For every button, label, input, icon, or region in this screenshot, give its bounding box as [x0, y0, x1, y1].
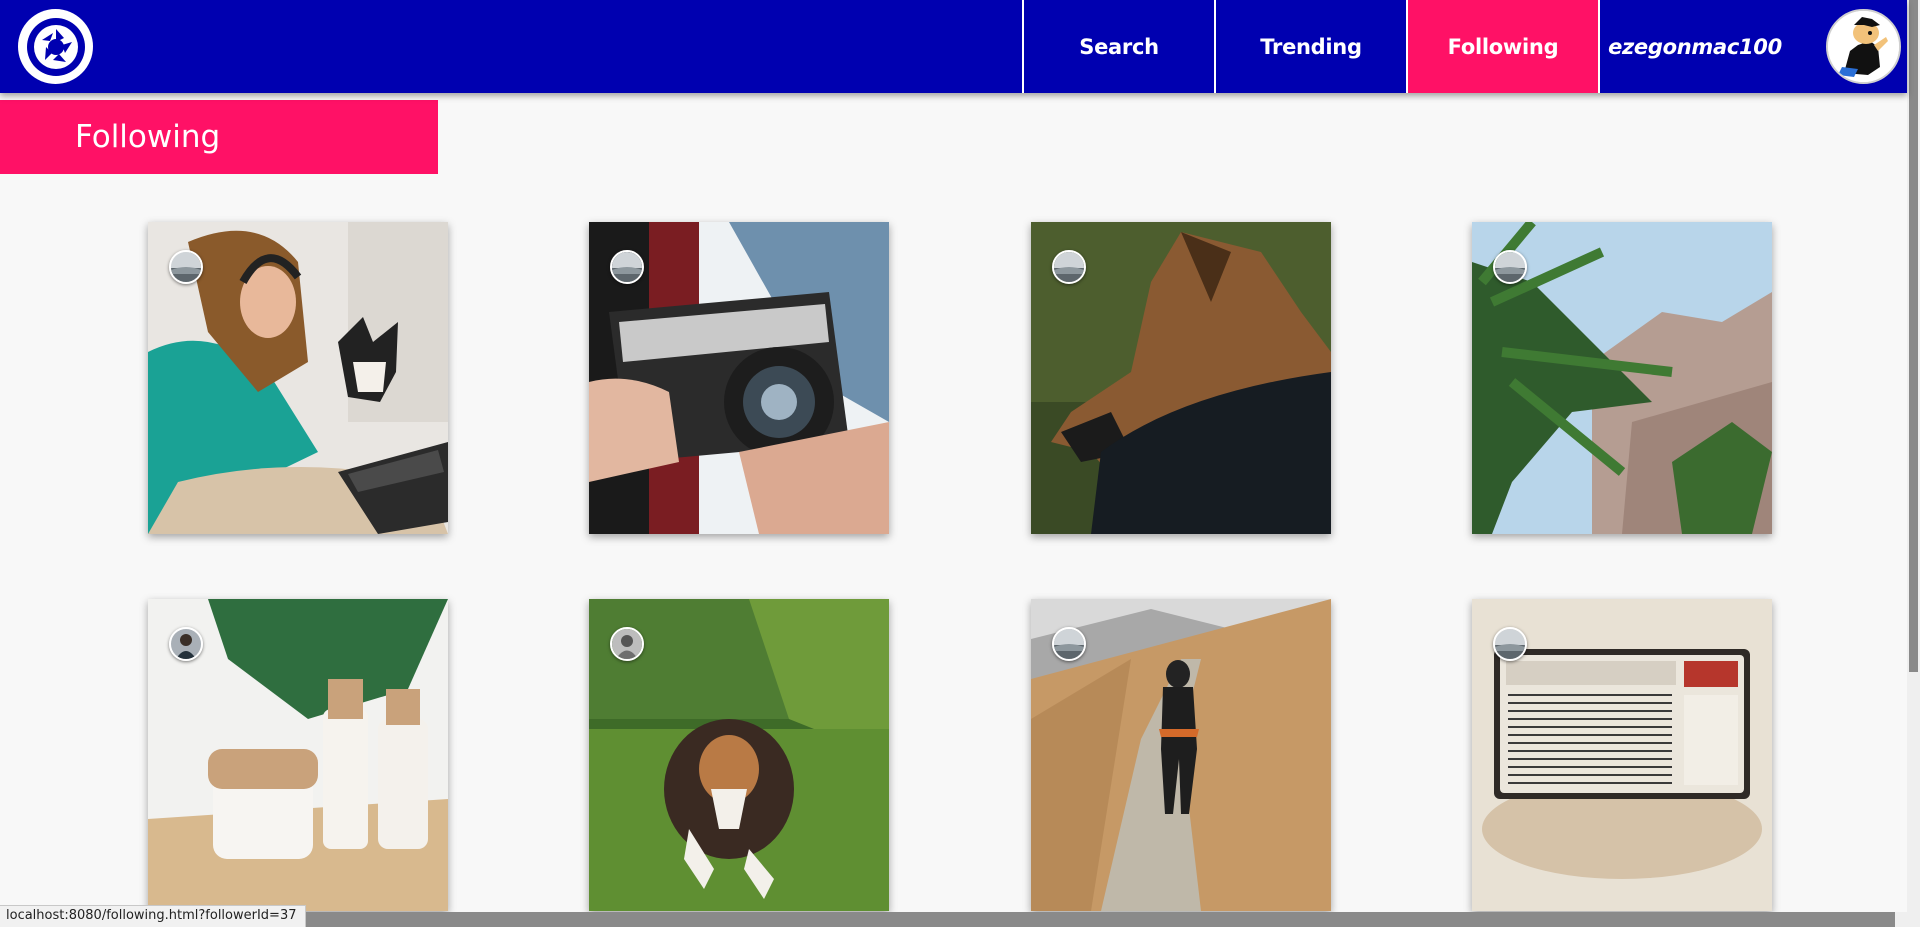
photo-card[interactable] [1031, 222, 1331, 534]
author-avatar[interactable] [610, 250, 644, 284]
status-bar-url: localhost:8080/following.html?followerId… [0, 905, 306, 927]
nav-trending[interactable]: Trending [1214, 0, 1406, 93]
nav-username-label: ezegonmac100 [1608, 34, 1782, 59]
photo-card[interactable] [1472, 599, 1772, 911]
author-avatar[interactable] [1052, 250, 1086, 284]
nav-search[interactable]: Search [1022, 0, 1214, 93]
author-avatar[interactable] [610, 627, 644, 661]
nav-following-label: Following [1447, 34, 1559, 59]
vertical-scrollbar-thumb[interactable] [1909, 0, 1918, 672]
author-avatar[interactable] [1493, 627, 1527, 661]
page-title: Following [0, 100, 438, 174]
author-avatar[interactable] [1052, 627, 1086, 661]
photo-card[interactable] [148, 222, 448, 534]
photo-card[interactable] [1031, 599, 1331, 911]
page-title-text: Following [75, 119, 221, 155]
user-avatar[interactable] [1826, 9, 1901, 84]
photo-card[interactable] [1472, 222, 1772, 534]
author-avatar[interactable] [169, 250, 203, 284]
photo-card[interactable] [148, 599, 448, 911]
nav-trending-label: Trending [1260, 34, 1362, 59]
photo-card[interactable] [589, 222, 889, 534]
top-navbar: Search Trending Following ezegonmac100 [0, 0, 1907, 93]
vertical-scrollbar[interactable] [1907, 0, 1920, 927]
nav-username[interactable]: ezegonmac100 [1598, 0, 1790, 93]
nav-following[interactable]: Following [1406, 0, 1598, 93]
author-avatar[interactable] [1493, 250, 1527, 284]
author-avatar[interactable] [169, 627, 203, 661]
photo-card[interactable] [589, 599, 889, 911]
nav-search-label: Search [1079, 34, 1159, 59]
logo-shutter-icon[interactable] [18, 9, 93, 84]
